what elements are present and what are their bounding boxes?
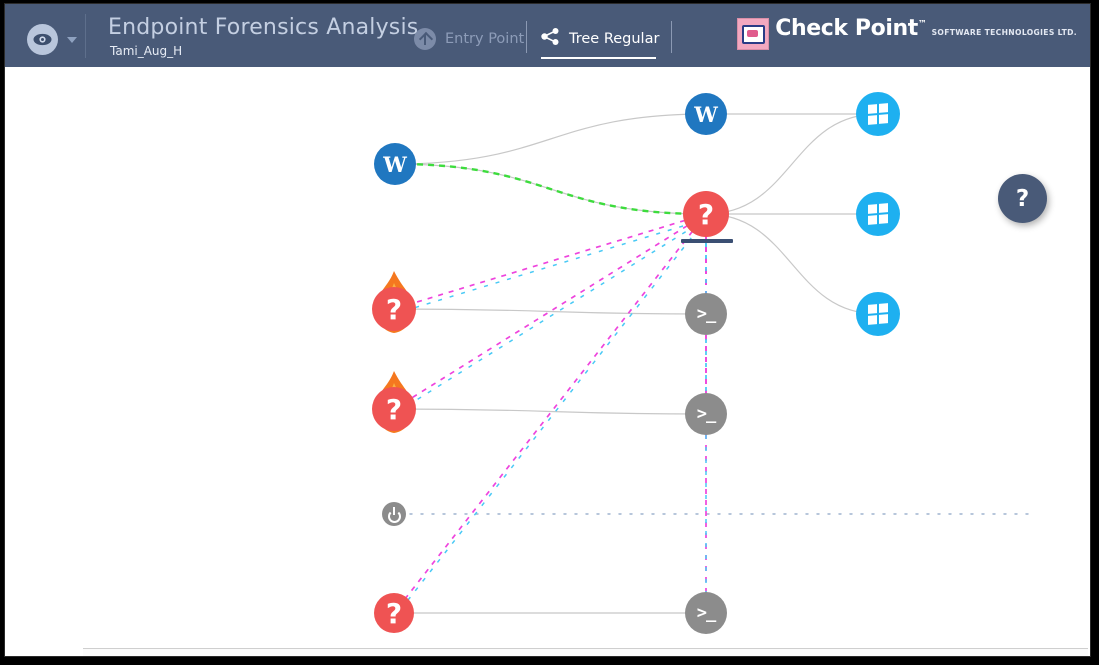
tab-entry-point-label: Entry Point (445, 31, 524, 47)
help-button[interactable]: ? (998, 174, 1047, 223)
graph-edge (394, 219, 706, 618)
graph-edge (706, 114, 878, 214)
computer-monitor-icon (737, 18, 769, 50)
word-icon: W (685, 93, 727, 135)
graph-edge (395, 164, 706, 214)
graph-edge (394, 214, 706, 309)
forensics-window: Endpoint Forensics Analysis Tami_Aug_H E… (5, 4, 1090, 656)
graph-edges (5, 67, 1090, 650)
arrow-up-circle-icon (414, 28, 436, 50)
header-divider (671, 21, 672, 53)
windows-icon (856, 192, 900, 236)
question-mark-icon: ? (372, 287, 416, 331)
eye-icon[interactable] (27, 24, 58, 55)
selected-node-indicator (681, 239, 733, 243)
tab-tree-regular[interactable]: Tree Regular (541, 28, 659, 49)
word-icon: W (374, 143, 416, 185)
graph-edge (394, 309, 706, 314)
view-selector[interactable] (27, 24, 77, 55)
share-network-icon (541, 28, 560, 49)
page-title: Endpoint Forensics Analysis (108, 15, 418, 40)
header-divider (526, 21, 527, 53)
windows-icon (856, 92, 900, 136)
profile-name: Tami_Aug_H (110, 44, 182, 58)
tab-entry-point[interactable]: Entry Point (414, 28, 524, 50)
command-prompt-icon: >_ (685, 592, 727, 634)
command-prompt-icon: >_ (685, 293, 727, 335)
question-mark-icon: ? (374, 593, 414, 633)
graph-edge (706, 214, 878, 314)
graph-canvas[interactable]: Wwinword.exe 1264Attack Start, Abnormal … (5, 67, 1090, 650)
question-mark-icon: ? (372, 387, 416, 431)
graph-edge (394, 219, 706, 314)
power-icon (382, 502, 406, 526)
tab-tree-regular-label: Tree Regular (569, 31, 659, 47)
check-point-logo: Check Point™ SOFTWARE TECHNOLOGIES LTD. (737, 18, 1077, 50)
chevron-down-icon[interactable] (67, 37, 77, 43)
active-tab-indicator (541, 57, 656, 59)
windows-icon (856, 292, 900, 336)
graph-edge (394, 219, 706, 414)
logo-trademark: ™ (918, 20, 927, 30)
logo-tagline: SOFTWARE TECHNOLOGIES LTD. (932, 28, 1077, 37)
command-prompt-icon: >_ (685, 393, 727, 435)
app-header: Endpoint Forensics Analysis Tami_Aug_H E… (5, 4, 1090, 67)
header-divider (85, 14, 86, 58)
logo-name: Check Point (775, 16, 918, 41)
graph-edge (395, 114, 706, 164)
horizontal-scrollbar[interactable] (83, 648, 1088, 656)
question-mark-icon: ? (683, 191, 729, 237)
